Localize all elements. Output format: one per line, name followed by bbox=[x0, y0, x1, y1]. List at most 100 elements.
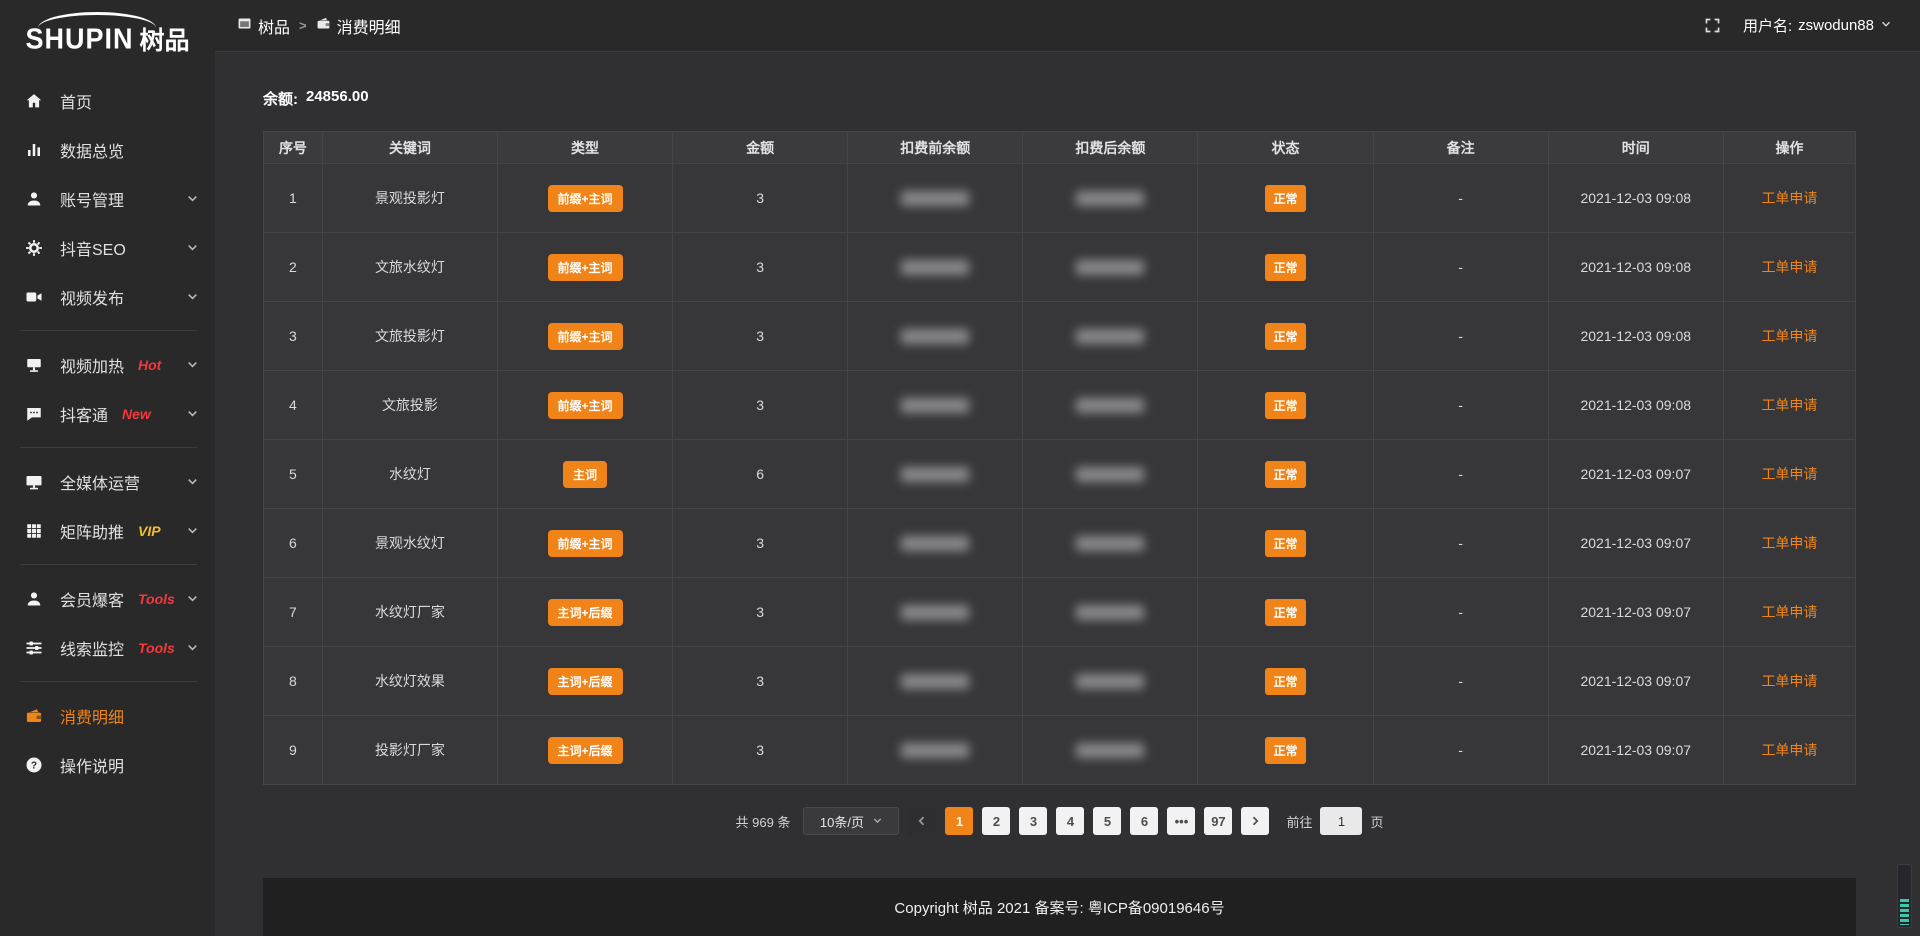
balance-value: 24856.00 bbox=[306, 88, 369, 109]
page-button-5[interactable]: 5 bbox=[1093, 807, 1121, 835]
type-badge: 主词+后缀 bbox=[548, 599, 623, 626]
ticket-request-link[interactable]: 工单申请 bbox=[1761, 604, 1817, 620]
ticket-request-link[interactable]: 工单申请 bbox=[1761, 535, 1817, 551]
breadcrumb-item-page[interactable]: 消费明细 bbox=[316, 14, 401, 38]
question-icon: ? bbox=[24, 755, 44, 775]
sidebar-item-视频发布[interactable]: 视频发布 bbox=[0, 272, 215, 321]
cell-index: 9 bbox=[264, 716, 323, 785]
chevron-down-icon bbox=[186, 407, 199, 420]
ticket-request-link[interactable]: 工单申请 bbox=[1761, 328, 1817, 344]
masked-balance-after bbox=[1076, 329, 1144, 344]
page-button-3[interactable]: 3 bbox=[1019, 807, 1047, 835]
sidebar-item-矩阵助推[interactable]: 矩阵助推 VIP bbox=[0, 506, 215, 555]
monitor-icon bbox=[24, 472, 44, 492]
page-button-1[interactable]: 1 bbox=[945, 807, 973, 835]
sidebar-item-tag: New bbox=[122, 406, 151, 422]
goto-page-input[interactable] bbox=[1320, 807, 1362, 835]
username-label: 用户名: bbox=[1743, 15, 1792, 36]
breadcrumb-item-app[interactable]: 树品 bbox=[237, 14, 290, 38]
masked-balance-after bbox=[1076, 743, 1144, 758]
sidebar-item-label: 首页 bbox=[60, 89, 92, 113]
sidebar-item-label: 账号管理 bbox=[60, 187, 124, 211]
topbar-right: 用户名: zswodun88 bbox=[1704, 15, 1892, 36]
table-row: 5 水纹灯 主词 6 正常 - 2021-12-03 09:07 工单申请 bbox=[264, 440, 1856, 509]
cell-keyword: 文旅水纹灯 bbox=[322, 233, 497, 302]
cell-time: 2021-12-03 09:08 bbox=[1548, 164, 1723, 233]
masked-balance-before bbox=[901, 536, 969, 551]
sidebar-item-会员爆客[interactable]: 会员爆客 Tools bbox=[0, 574, 215, 623]
fullscreen-icon[interactable] bbox=[1704, 17, 1721, 34]
table-row: 1 景观投影灯 前缀+主词 3 正常 - 2021-12-03 09:08 工单… bbox=[264, 164, 1856, 233]
chat-icon bbox=[24, 404, 44, 424]
cell-time: 2021-12-03 09:08 bbox=[1548, 302, 1723, 371]
masked-balance-after bbox=[1076, 605, 1144, 620]
page-size-value: 10条/页 bbox=[820, 812, 864, 831]
breadcrumb-label: 树品 bbox=[258, 14, 290, 38]
sidebar-item-消费明细[interactable]: 消费明细 bbox=[0, 691, 215, 740]
side-widget-decoration[interactable] bbox=[1897, 864, 1912, 928]
cell-remark: - bbox=[1373, 578, 1548, 647]
masked-balance-after bbox=[1076, 467, 1144, 482]
sidebar-item-label: 消费明细 bbox=[60, 704, 124, 728]
table-header-row: 序号关键词类型金额扣费前余额扣费后余额状态备注时间操作 bbox=[264, 132, 1856, 164]
sidebar-item-账号管理[interactable]: 账号管理 bbox=[0, 174, 215, 223]
type-badge: 前缀+主词 bbox=[548, 323, 623, 350]
ticket-request-link[interactable]: 工单申请 bbox=[1761, 673, 1817, 689]
masked-balance-after bbox=[1076, 260, 1144, 275]
breadcrumb-label: 消费明细 bbox=[337, 14, 401, 38]
masked-balance-before bbox=[901, 467, 969, 482]
chevron-down-icon bbox=[186, 290, 199, 303]
page-button-4[interactable]: 4 bbox=[1056, 807, 1084, 835]
ticket-request-link[interactable]: 工单申请 bbox=[1761, 397, 1817, 413]
cell-amount: 3 bbox=[673, 716, 848, 785]
goto-unit: 页 bbox=[1370, 812, 1383, 831]
page-ellipsis-button[interactable]: ••• bbox=[1167, 807, 1195, 835]
page-size-select[interactable]: 10条/页 bbox=[803, 807, 899, 835]
breadcrumb-separator: > bbox=[299, 18, 307, 33]
ticket-request-link[interactable]: 工单申请 bbox=[1761, 466, 1817, 482]
page-button-2[interactable]: 2 bbox=[982, 807, 1010, 835]
sidebar-item-线索监控[interactable]: 线索监控 Tools bbox=[0, 623, 215, 672]
cell-amount: 3 bbox=[673, 233, 848, 302]
ticket-request-link[interactable]: 工单申请 bbox=[1761, 742, 1817, 758]
masked-balance-before bbox=[901, 191, 969, 206]
page-button-6[interactable]: 6 bbox=[1130, 807, 1158, 835]
main-panel: 余额: 24856.00 序号关键词类型金额扣费前余额扣费后余额状态备注时间操作… bbox=[215, 52, 1920, 936]
next-page-button[interactable] bbox=[1241, 807, 1269, 835]
cell-keyword: 景观投影灯 bbox=[322, 164, 497, 233]
balance-label: 余额: bbox=[263, 88, 298, 109]
sidebar-item-视频加热[interactable]: 视频加热 Hot bbox=[0, 340, 215, 389]
goto-page: 前往 页 bbox=[1286, 807, 1383, 835]
app-logo: SHUPIN 树品 bbox=[0, 10, 215, 68]
prev-page-button[interactable] bbox=[908, 807, 936, 835]
page-button-97[interactable]: 97 bbox=[1204, 807, 1232, 835]
masked-balance-after bbox=[1076, 674, 1144, 689]
column-header-扣费前余额: 扣费前余额 bbox=[848, 132, 1023, 164]
chart-icon bbox=[24, 140, 44, 160]
cell-remark: - bbox=[1373, 302, 1548, 371]
pagination-bar: 共 969 条 10条/页 123456•••97 前往 页 bbox=[263, 807, 1856, 835]
sidebar-item-数据总览[interactable]: 数据总览 bbox=[0, 125, 215, 174]
topbar: 树品 > 消费明细 用户名: zswodun88 bbox=[215, 0, 1920, 52]
table-row: 4 文旅投影 前缀+主词 3 正常 - 2021-12-03 09:08 工单申… bbox=[264, 371, 1856, 440]
cell-index: 4 bbox=[264, 371, 323, 440]
sidebar-item-label: 数据总览 bbox=[60, 138, 124, 162]
goto-label: 前往 bbox=[1286, 812, 1312, 831]
cell-index: 2 bbox=[264, 233, 323, 302]
sidebar-item-抖音SEO[interactable]: 抖音SEO bbox=[0, 223, 215, 272]
column-header-关键词: 关键词 bbox=[322, 132, 497, 164]
column-header-备注: 备注 bbox=[1373, 132, 1548, 164]
logo-text-en: SHUPIN bbox=[25, 23, 133, 56]
masked-balance-before bbox=[901, 605, 969, 620]
sidebar-item-首页[interactable]: 首页 bbox=[0, 76, 215, 125]
sidebar-item-操作说明[interactable]: ? 操作说明 bbox=[0, 740, 215, 789]
sidebar-item-抖客通[interactable]: 抖客通 New bbox=[0, 389, 215, 438]
sidebar-item-label: 操作说明 bbox=[60, 753, 124, 777]
ticket-request-link[interactable]: 工单申请 bbox=[1761, 259, 1817, 275]
ticket-request-link[interactable]: 工单申请 bbox=[1761, 190, 1817, 206]
sidebar-item-全媒体运营[interactable]: 全媒体运营 bbox=[0, 457, 215, 506]
masked-balance-before bbox=[901, 260, 969, 275]
user-menu[interactable]: 用户名: zswodun88 bbox=[1743, 15, 1892, 36]
sidebar-item-label: 矩阵助推 bbox=[60, 519, 124, 543]
cell-time: 2021-12-03 09:07 bbox=[1548, 716, 1723, 785]
